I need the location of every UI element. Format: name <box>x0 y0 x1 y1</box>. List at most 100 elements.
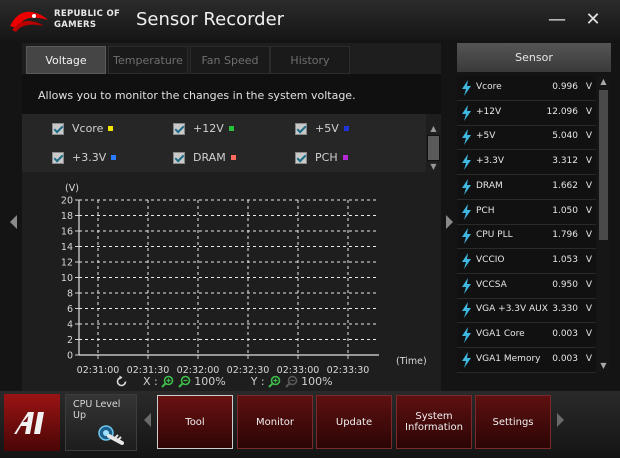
brand-text: REPUBLIC OF GAMERS <box>54 9 134 31</box>
cpu-level-up-button[interactable]: CPU Level Up <box>65 394 137 451</box>
scroll-thumb[interactable] <box>599 90 608 240</box>
y-tick-label: 20 <box>61 196 73 207</box>
settings-button[interactable]: Settings <box>475 395 551 449</box>
lightning-bolt-icon <box>462 327 471 343</box>
zoom-controls: X : 100% Y : 100% <box>115 374 333 390</box>
reset-zoom-icon[interactable] <box>115 375 128 388</box>
lightning-bolt-icon <box>462 104 471 121</box>
ai-suite-logo-icon <box>14 412 44 434</box>
sensor-value: 1.050 <box>552 205 578 216</box>
menu-scroll-left-icon[interactable] <box>144 413 152 427</box>
sensor-name: CPU PLL <box>476 230 513 241</box>
y-tick-label: 8 <box>67 289 73 300</box>
sensor-row[interactable]: VCCSA 0.950 V <box>457 274 596 299</box>
next-panel-arrow-icon[interactable] <box>445 215 453 229</box>
sensor-row[interactable]: CPU PLL 1.796 V <box>457 224 596 250</box>
title-bar[interactable]: REPUBLIC OF GAMERS Sensor Recorder — ✕ <box>0 0 620 40</box>
sensor-row[interactable]: +5V 5.040 V <box>457 125 596 151</box>
sensor-row[interactable]: PCH 1.050 V <box>457 200 596 225</box>
checkbox-label: DRAM <box>193 151 226 164</box>
menu-scroll-right-icon[interactable] <box>556 413 564 427</box>
sensor-row[interactable]: VCCIO 1.053 V <box>457 249 596 274</box>
sensor-row[interactable]: Vcore 0.996 V <box>457 76 596 101</box>
lightning-bolt-icon <box>462 129 471 146</box>
series-color-swatch <box>343 126 349 131</box>
scroll-down-icon[interactable]: ▼ <box>427 161 440 173</box>
lightning-bolt-icon <box>462 154 471 171</box>
zoom-out-x-icon[interactable] <box>178 375 191 388</box>
series-color-swatch <box>230 155 236 160</box>
sensor-recorder-window: REPUBLIC OF GAMERS Sensor Recorder — ✕ V… <box>0 0 620 458</box>
sensor-value: 5.040 <box>552 131 578 142</box>
monitor-button[interactable]: Monitor <box>237 395 313 449</box>
checkbox-check-icon[interactable] <box>295 123 307 135</box>
sensor-row[interactable]: VGA +3.3V AUX 3.330 V <box>457 298 596 324</box>
x-tick-label: 02:31:00 <box>77 365 120 376</box>
y-tick-label: 16 <box>61 227 73 238</box>
sensor-row[interactable]: +3.3V 3.312 V <box>457 150 596 176</box>
voltage-panel: Voltage Temperature Fan Speed History Re… <box>22 43 441 391</box>
sensor-row[interactable]: DRAM 1.662 V <box>457 175 596 200</box>
checkbox-label: Vcore <box>72 122 104 135</box>
zoom-x-label: X : <box>143 374 158 388</box>
rog-logo-icon <box>10 11 48 32</box>
sensor-name: +12V <box>476 106 502 117</box>
previous-panel-arrow-icon[interactable] <box>10 215 18 229</box>
checkbox-scrollbar[interactable]: ▲ ▼ <box>427 123 440 173</box>
zoom-x-value: 100% <box>194 374 226 388</box>
sensor-name: +3.3V <box>476 156 505 167</box>
sensor-row[interactable]: VGA1 Core 0.003 V <box>457 323 596 348</box>
tab-history-record[interactable]: History Record <box>270 46 350 95</box>
voltage-chart[interactable]: 0246810121416182002:31:00 02:31:30 02:32:0… <box>22 179 441 391</box>
update-button[interactable]: Update <box>316 395 392 449</box>
brand-line-2: GAMERS <box>54 20 97 30</box>
sensor-unit: V <box>585 205 592 216</box>
minimize-button[interactable]: — <box>547 10 567 30</box>
y-tick-label: 0 <box>67 351 73 362</box>
x-axis-label: (Time) <box>396 356 427 367</box>
scroll-down-icon[interactable]: ▼ <box>597 360 610 372</box>
tab-voltage[interactable]: Voltage <box>26 46 106 74</box>
checkbox-check-icon[interactable] <box>52 123 64 135</box>
ai-suite-logo[interactable] <box>4 394 60 451</box>
tab-temperature[interactable]: Temperature <box>108 46 188 74</box>
x-tick-label: 02:33:30 <box>327 365 370 376</box>
tool-button[interactable]: Tool <box>157 395 233 449</box>
sensor-row[interactable]: +12V 12.096 V <box>457 101 596 126</box>
sensor-name: DRAM <box>476 180 503 191</box>
checkbox-check-icon[interactable] <box>295 152 307 164</box>
checkbox-check-icon[interactable] <box>52 152 64 164</box>
lightning-bolt-icon <box>462 277 471 294</box>
zoom-in-y-icon[interactable] <box>268 375 281 388</box>
scroll-up-icon[interactable]: ▲ <box>427 123 440 135</box>
sensor-name: PCH <box>476 205 495 216</box>
sensor-name: VGA1 Memory <box>476 353 541 364</box>
sensor-list[interactable]: Vcore 0.996 V +12V 12.096 V +5V 5.040 V +3.3V 3.31… <box>457 76 596 373</box>
lightning-bolt-icon <box>462 178 471 195</box>
sensor-value: 1.796 <box>552 230 578 241</box>
sensor-unit: V <box>585 254 592 265</box>
y-axis-label: (V) <box>65 183 79 194</box>
lightning-bolt-icon <box>462 351 471 368</box>
y-tick-label: 10 <box>61 273 73 284</box>
sensor-row[interactable]: VGA1 Memory 0.003 V <box>457 348 596 373</box>
sensor-scrollbar[interactable]: ▲ ▼ <box>597 76 610 372</box>
sensor-unit: V <box>585 180 592 191</box>
tab-fan-speed[interactable]: Fan Speed <box>190 46 270 74</box>
sensor-value: 1.053 <box>552 254 578 265</box>
y-tick-label: 4 <box>67 320 73 331</box>
close-button[interactable]: ✕ <box>583 10 603 30</box>
description-bar: Allows you to monitor the changes in the… <box>22 74 441 114</box>
scroll-thumb[interactable] <box>428 136 439 160</box>
checkbox-check-icon[interactable] <box>173 152 185 164</box>
checkbox-label: +12V <box>193 122 224 135</box>
scroll-up-icon[interactable]: ▲ <box>597 76 610 88</box>
zoom-in-x-icon[interactable] <box>161 375 174 388</box>
zoom-out-y-icon[interactable] <box>284 375 298 388</box>
sensor-unit: V <box>585 304 592 315</box>
sensor-unit: V <box>585 353 592 364</box>
lightning-bolt-icon <box>462 252 471 269</box>
checkbox-check-icon[interactable] <box>173 123 185 135</box>
sensor-name: VCCIO <box>476 254 505 265</box>
system-information-button[interactable]: System Information <box>396 395 472 449</box>
